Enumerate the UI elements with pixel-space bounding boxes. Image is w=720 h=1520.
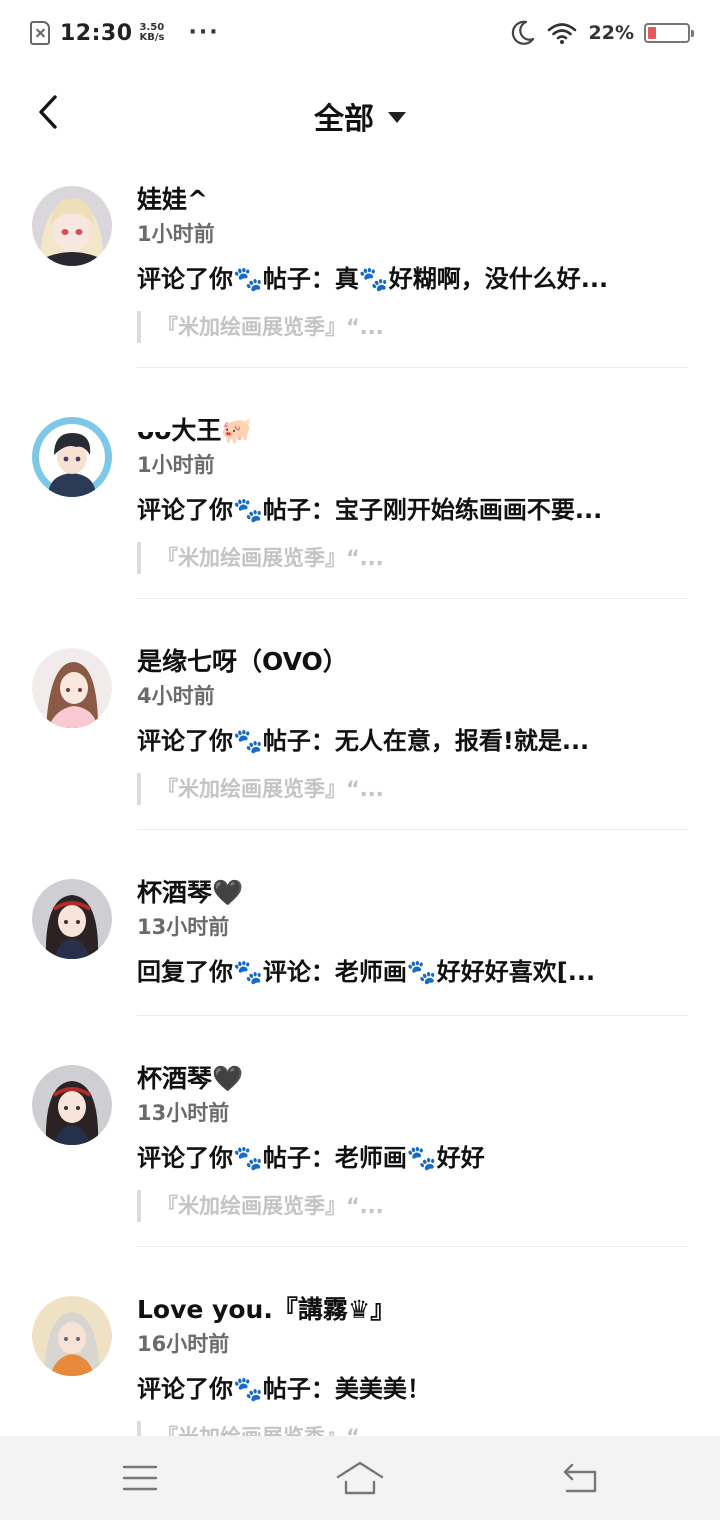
sim-off-icon (30, 21, 50, 45)
status-right: 22% (511, 18, 694, 48)
timestamp: 13小时前 (137, 1101, 230, 1125)
post-quote[interactable]: 『米加绘画展览季』“... (137, 1421, 688, 1436)
timestamp: 1小时前 (137, 453, 215, 477)
avatar[interactable] (32, 1296, 112, 1376)
system-nav-bar (0, 1436, 720, 1520)
avatar[interactable] (32, 879, 112, 959)
menu-icon (122, 1465, 158, 1491)
speed-unit: KB/s (139, 32, 165, 43)
user-name[interactable]: ᴗᴗ大王🐖 (137, 415, 688, 447)
comment-text[interactable]: 回复了你🐾评论：老师画🐾好好好喜欢[... (137, 954, 688, 990)
divider (137, 1246, 688, 1247)
battery-percent: 22% (588, 22, 634, 44)
post-quote[interactable]: 『米加绘画展览季』“... (137, 1190, 688, 1222)
nav-back-button[interactable] (550, 1454, 610, 1502)
avatar[interactable] (32, 648, 112, 728)
timestamp: 4小时前 (137, 684, 215, 708)
page-title: 全部 (314, 102, 374, 137)
status-bar: 12:30 3.50 KB/s ··· 22% (0, 0, 720, 66)
divider (137, 367, 688, 368)
list-item[interactable]: 杯酒琴🖤 13小时前 回复了你🐾评论：老师画🐾好好好喜欢[... (0, 861, 720, 1047)
wifi-icon (547, 23, 576, 44)
user-name[interactable]: Love you.『講霧♛』 (137, 1294, 688, 1326)
battery-icon (644, 23, 694, 43)
post-quote[interactable]: 『米加绘画展览季』“... (137, 311, 688, 343)
post-quote[interactable]: 『米加绘画展览季』“... (137, 542, 688, 574)
user-name[interactable]: 娃娃^ (137, 184, 688, 216)
home-icon (336, 1461, 384, 1495)
filter-dropdown[interactable]: 全部 (0, 94, 720, 138)
timestamp: 1小时前 (137, 222, 215, 246)
avatar[interactable] (32, 186, 112, 266)
divider (137, 829, 688, 830)
home-button[interactable] (330, 1454, 390, 1502)
comment-text[interactable]: 评论了你🐾帖子：老师画🐾好好 (137, 1140, 688, 1176)
more-notifications-icon: ··· (188, 20, 220, 45)
header: 全部 (0, 74, 720, 154)
comment-text[interactable]: 评论了你🐾帖子：无人在意，报看!就是... (137, 723, 688, 759)
comment-text[interactable]: 评论了你🐾帖子：宝子刚开始练画画不要... (137, 492, 688, 528)
comment-text[interactable]: 评论了你🐾帖子：真🐾好糊啊，没什么好... (137, 261, 688, 297)
comment-text[interactable]: 评论了你🐾帖子：美美美！ (137, 1371, 688, 1407)
list-item[interactable]: Love you.『講霧♛』 16小时前 评论了你🐾帖子：美美美！ 『米加绘画展… (0, 1278, 720, 1436)
avatar[interactable] (32, 1065, 112, 1145)
user-name[interactable]: 是缘七呀（OVO） (137, 646, 688, 678)
divider (137, 1015, 688, 1016)
status-left: 12:30 3.50 KB/s ··· (30, 18, 220, 48)
list-item[interactable]: 娃娃^ 1小时前 评论了你🐾帖子：真🐾好糊啊，没什么好... 『米加绘画展览季』… (0, 168, 720, 399)
timestamp: 13小时前 (137, 915, 230, 939)
menu-button[interactable] (110, 1454, 170, 1502)
battery-level (648, 27, 657, 39)
list-item[interactable]: ᴗᴗ大王🐖 1小时前 评论了你🐾帖子：宝子刚开始练画画不要... 『米加绘画展览… (0, 399, 720, 630)
network-speed: 3.50 KB/s (140, 23, 165, 43)
list-item[interactable]: 杯酒琴🖤 13小时前 评论了你🐾帖子：老师画🐾好好 『米加绘画展览季』“... (0, 1047, 720, 1278)
status-time: 12:30 (60, 20, 133, 46)
divider (137, 598, 688, 599)
avatar[interactable] (32, 417, 112, 497)
return-icon (563, 1463, 597, 1493)
post-quote[interactable]: 『米加绘画展览季』“... (137, 773, 688, 805)
do-not-disturb-moon-icon (511, 20, 534, 45)
notification-list[interactable]: 娃娃^ 1小时前 评论了你🐾帖子：真🐾好糊啊，没什么好... 『米加绘画展览季』… (0, 168, 720, 1436)
user-name[interactable]: 杯酒琴🖤 (137, 1063, 688, 1095)
caret-down-icon (388, 111, 406, 123)
timestamp: 16小时前 (137, 1332, 230, 1356)
list-item[interactable]: 是缘七呀（OVO） 4小时前 评论了你🐾帖子：无人在意，报看!就是... 『米加… (0, 630, 720, 861)
user-name[interactable]: 杯酒琴🖤 (137, 877, 688, 909)
